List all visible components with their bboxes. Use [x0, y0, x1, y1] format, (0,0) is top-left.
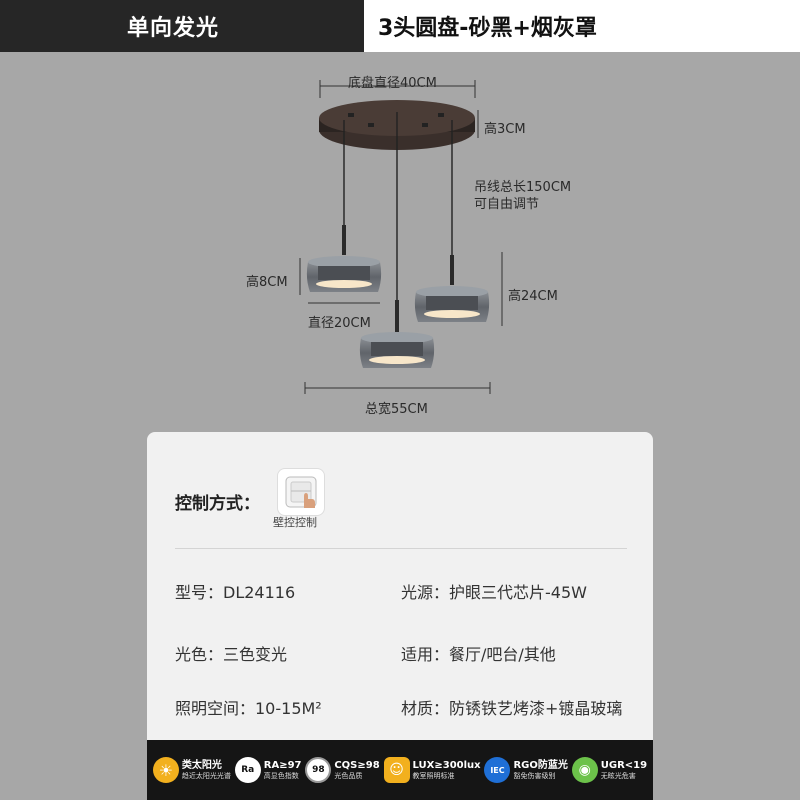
lux-icon: ☺: [383, 757, 410, 783]
badge-ugr: ◉ UGR<19 无眩光危害: [571, 757, 647, 783]
shade-middle: [359, 332, 435, 368]
wall-switch-caption: 壁控控制: [273, 516, 317, 529]
header-bar: 单向发光 3头圆盘-砂黑+烟灰罩: [0, 0, 800, 52]
spec-material: 材质：防锈铁艺烤漆+镀晶玻璃: [401, 699, 623, 718]
spec-light-color: 光色：三色变光: [175, 645, 288, 664]
header-left-title: 单向发光: [0, 0, 346, 52]
spec-applicable: 适用：餐厅/吧台/其他: [401, 645, 556, 664]
shade-left: [306, 256, 382, 292]
spec-model: 型号：DL24116: [175, 583, 296, 602]
shade-diameter-label: 直径20CM: [308, 316, 371, 331]
pendant-lamp-illustration: [299, 80, 503, 394]
spec-lighting-space: 照明空间：10-15M²: [175, 699, 322, 718]
spec-light-source: 光源：护眼三代芯片-45W: [401, 583, 587, 602]
header-right-title: 3头圆盘-砂黑+烟灰罩: [364, 0, 800, 52]
badge-ra: Ra RA≥97 高显色指数: [234, 757, 302, 783]
base-diameter-label: 底盘直径40CM: [348, 76, 437, 91]
iec-icon: IEC: [484, 757, 511, 783]
shade-right: [414, 286, 490, 322]
sun-icon: ☀: [152, 757, 179, 783]
badge-iec: IEC RGO防蓝光 豁免伤害级别: [484, 757, 568, 783]
badge-cqs: 98 CQS≥98 光色品质: [305, 757, 380, 783]
total-width-label: 总宽55CM: [365, 402, 428, 417]
eye-icon: ◉: [571, 757, 598, 783]
card-divider: [175, 548, 627, 549]
control-method-label: 控制方式：: [175, 494, 260, 514]
wall-switch-icon: [278, 469, 324, 515]
feature-badges: ☀ 类太阳光 趋近太阳光光谱 Ra RA≥97 高显色指数 98 CQS≥98 光色品…: [147, 740, 653, 800]
drop-height-label: 高24CM: [508, 289, 558, 304]
cable-adjust-label: 可自由调节: [474, 197, 540, 212]
badge-lux: ☺ LUX≥300lux 教室照明标准: [383, 757, 481, 783]
spec-card: 控制方式： 壁控控制 型号：DL24116 光源：护眼三代芯片-45W 光色：三…: [147, 432, 653, 800]
ra-icon: Ra: [234, 757, 261, 783]
header-divider: [346, 0, 364, 52]
badge-sun: ☀ 类太阳光 趋近太阳光光谱: [152, 757, 231, 783]
shade-height-label: 高8CM: [246, 275, 288, 290]
base-height-label: 高3CM: [484, 122, 526, 137]
cqs-icon: 98: [305, 757, 332, 783]
